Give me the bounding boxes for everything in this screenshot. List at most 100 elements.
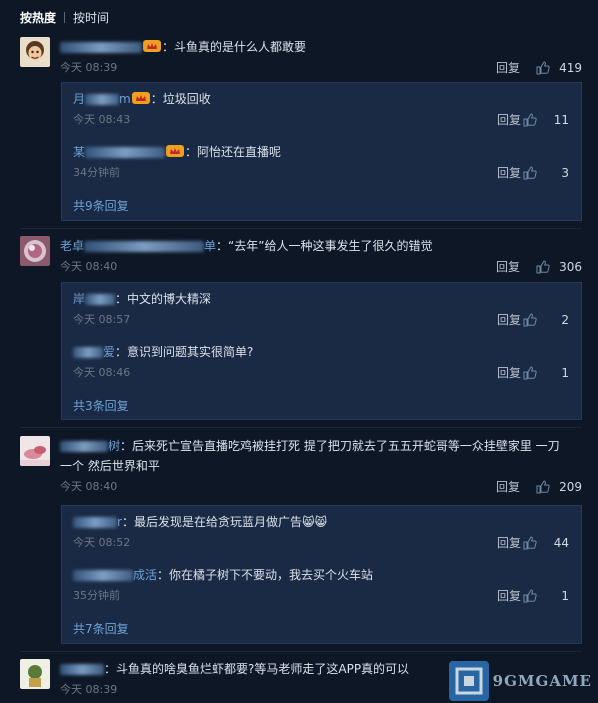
comment-text-continued: 一个 然后世界和平	[60, 459, 160, 473]
reply-button[interactable]: 回复	[496, 258, 520, 276]
comment-time: 今天 08:39	[60, 683, 118, 696]
crown-badge-icon	[143, 39, 161, 53]
reply-text: ：中文的博大精深	[115, 292, 212, 306]
reply-list: r：最后发现是在给贪玩蓝月做广告😸😸 今天 08:52 回复 44 成活：你在橘…	[61, 505, 582, 644]
like-count: 3	[561, 166, 569, 180]
thumbs-up-icon	[523, 113, 537, 127]
like-count: 44	[553, 536, 569, 550]
sort-by-hot-tab[interactable]: 按热度	[20, 9, 56, 26]
comment-text-line: ：斗鱼真的是什么人都敢要	[60, 37, 582, 57]
reply-button[interactable]: 回复	[497, 111, 521, 129]
comment-divider	[20, 651, 582, 652]
like-count: 419	[559, 61, 582, 75]
comment-text: ：斗鱼真的是什么人都敢要	[162, 40, 307, 54]
reply-time: 35分钟前	[73, 589, 120, 602]
reply-text: ：最后发现是在给贪玩蓝月做广告	[121, 515, 302, 529]
cat-emoji-icon: 😸😸	[301, 515, 327, 529]
sort-bar: 按热度 按时间	[20, 8, 109, 26]
username-redacted[interactable]	[60, 42, 142, 53]
like-count: 1	[561, 589, 569, 603]
username-redacted[interactable]	[73, 517, 117, 528]
username-redacted[interactable]	[60, 664, 104, 675]
avatar[interactable]	[20, 436, 50, 466]
username-redacted	[84, 241, 205, 252]
reply-time: 今天 08:43	[73, 113, 131, 126]
sort-by-time-tab[interactable]: 按时间	[73, 9, 109, 26]
reply-text: ：阿怡还在直播呢	[185, 145, 282, 159]
crown-badge-icon	[131, 91, 150, 105]
like-count: 11	[553, 113, 569, 127]
comment-item: ：斗鱼真的是什么人都敢要 今天 08:39 回复 419	[20, 37, 582, 77]
reply-button[interactable]: 回复	[497, 534, 521, 552]
reply-item: 月 m ：垃圾回收 今天 08:43 回复 11	[73, 91, 569, 129]
like-button[interactable]: 419	[536, 59, 582, 77]
reply-button[interactable]: 回复	[497, 164, 521, 182]
username-redacted	[85, 94, 120, 105]
comment-time: 今天 08:39	[60, 61, 118, 74]
like-count: 306	[559, 260, 582, 274]
watermark-logo-icon	[448, 661, 489, 701]
reply-item: 某 ：阿怡还在直播呢 34分钟前 回复 3	[73, 142, 581, 182]
reply-item: 岸 ：中文的博大精深 今天 08:57 回复 2	[73, 289, 581, 329]
username-redacted[interactable]	[73, 347, 103, 358]
username-redacted	[85, 294, 116, 305]
reply-list: 岸 ：中文的博大精深 今天 08:57 回复 2 爱：意识到问题其实很简单? 今天…	[61, 282, 582, 420]
username-redacted[interactable]	[73, 570, 133, 581]
reply-button[interactable]: 回复	[497, 587, 521, 605]
reply-text: ：你在橘子树下不要动，我去买个火车站	[157, 568, 374, 582]
reply-time: 今天 08:52	[73, 536, 131, 549]
reply-button[interactable]: 回复	[497, 311, 521, 329]
thumbs-up-icon	[523, 536, 537, 550]
avatar[interactable]	[20, 37, 50, 67]
comment-time: 今天 08:40	[60, 480, 118, 493]
reply-button[interactable]: 回复	[496, 478, 520, 496]
thumbs-up-icon	[523, 366, 537, 380]
comment-username[interactable]: 老卓	[60, 239, 84, 253]
username-redacted	[85, 147, 166, 158]
site-watermark: 9GMGAME	[448, 661, 592, 701]
like-button[interactable]: 11	[523, 111, 569, 129]
thumbs-up-icon	[523, 313, 537, 327]
reply-item: r：最后发现是在给贪玩蓝月做广告😸😸 今天 08:52 回复 44	[73, 515, 569, 552]
like-button[interactable]: 44	[523, 534, 569, 552]
like-count: 209	[559, 480, 582, 494]
comment-item: 老卓 单：“去年”给人一种这事发生了很久的错觉 今天 08:40 回复 306	[20, 236, 582, 276]
like-count: 2	[561, 313, 569, 327]
username-redacted[interactable]	[60, 441, 108, 452]
comment-text: ：斗鱼真的啥臭鱼烂虾都要?等马老师走了这APP真的可以	[104, 662, 410, 676]
reply-username[interactable]: 岸	[73, 292, 85, 306]
thumbs-up-icon	[536, 61, 550, 75]
reply-button[interactable]: 回复	[497, 364, 521, 382]
comment-time: 今天 08:40	[60, 260, 118, 273]
like-button[interactable]: 1	[523, 587, 569, 605]
view-more-replies-link[interactable]: 共9条回复	[73, 197, 129, 214]
avatar[interactable]	[20, 659, 50, 689]
like-button[interactable]: 3	[523, 164, 569, 182]
like-button[interactable]: 2	[523, 311, 569, 329]
like-button[interactable]: 306	[536, 258, 582, 276]
reply-item: 爱：意识到问题其实很简单? 今天 08:46 回复 1	[73, 345, 569, 382]
reply-time: 34分钟前	[73, 166, 120, 179]
reply-time: 今天 08:46	[73, 366, 131, 379]
thumbs-up-icon	[523, 166, 537, 180]
reply-text: ：垃圾回收	[150, 92, 211, 106]
comment-meta: 今天 08:39 回复 419	[60, 59, 582, 77]
thumbs-up-icon	[536, 260, 550, 274]
view-more-replies-link[interactable]: 共7条回复	[73, 620, 129, 637]
reply-list: 月 m ：垃圾回收 今天 08:43 回复 11 某 ：阿怡还在直播呢 34分钟前 回…	[61, 82, 582, 221]
reply-username[interactable]: 某	[73, 145, 85, 159]
avatar[interactable]	[20, 236, 50, 266]
like-button[interactable]: 209	[536, 478, 582, 496]
comment-divider	[20, 427, 582, 428]
reply-username[interactable]: 月	[73, 92, 85, 106]
like-button[interactable]: 1	[523, 364, 569, 382]
view-more-replies-link[interactable]: 共3条回复	[73, 397, 129, 414]
comment-text: ：后来死亡宣告直播吃鸡被挂打死 提了把刀就去了五五开蛇哥等一众挂壁家里 一刀	[120, 439, 560, 453]
reply-button[interactable]: 回复	[496, 59, 520, 77]
thumbs-up-icon	[523, 589, 537, 603]
reply-time: 今天 08:57	[73, 313, 131, 326]
thumbs-up-icon	[536, 480, 550, 494]
comment-item: 树：后来死亡宣告直播吃鸡被挂打死 提了把刀就去了五五开蛇哥等一众挂壁家里 一刀 …	[20, 436, 582, 496]
reply-item: 成活：你在橘子树下不要动，我去买个火车站 35分钟前 回复 1	[73, 568, 569, 605]
comment-text: ：“去年”给人一种这事发生了很久的错觉	[216, 239, 433, 253]
